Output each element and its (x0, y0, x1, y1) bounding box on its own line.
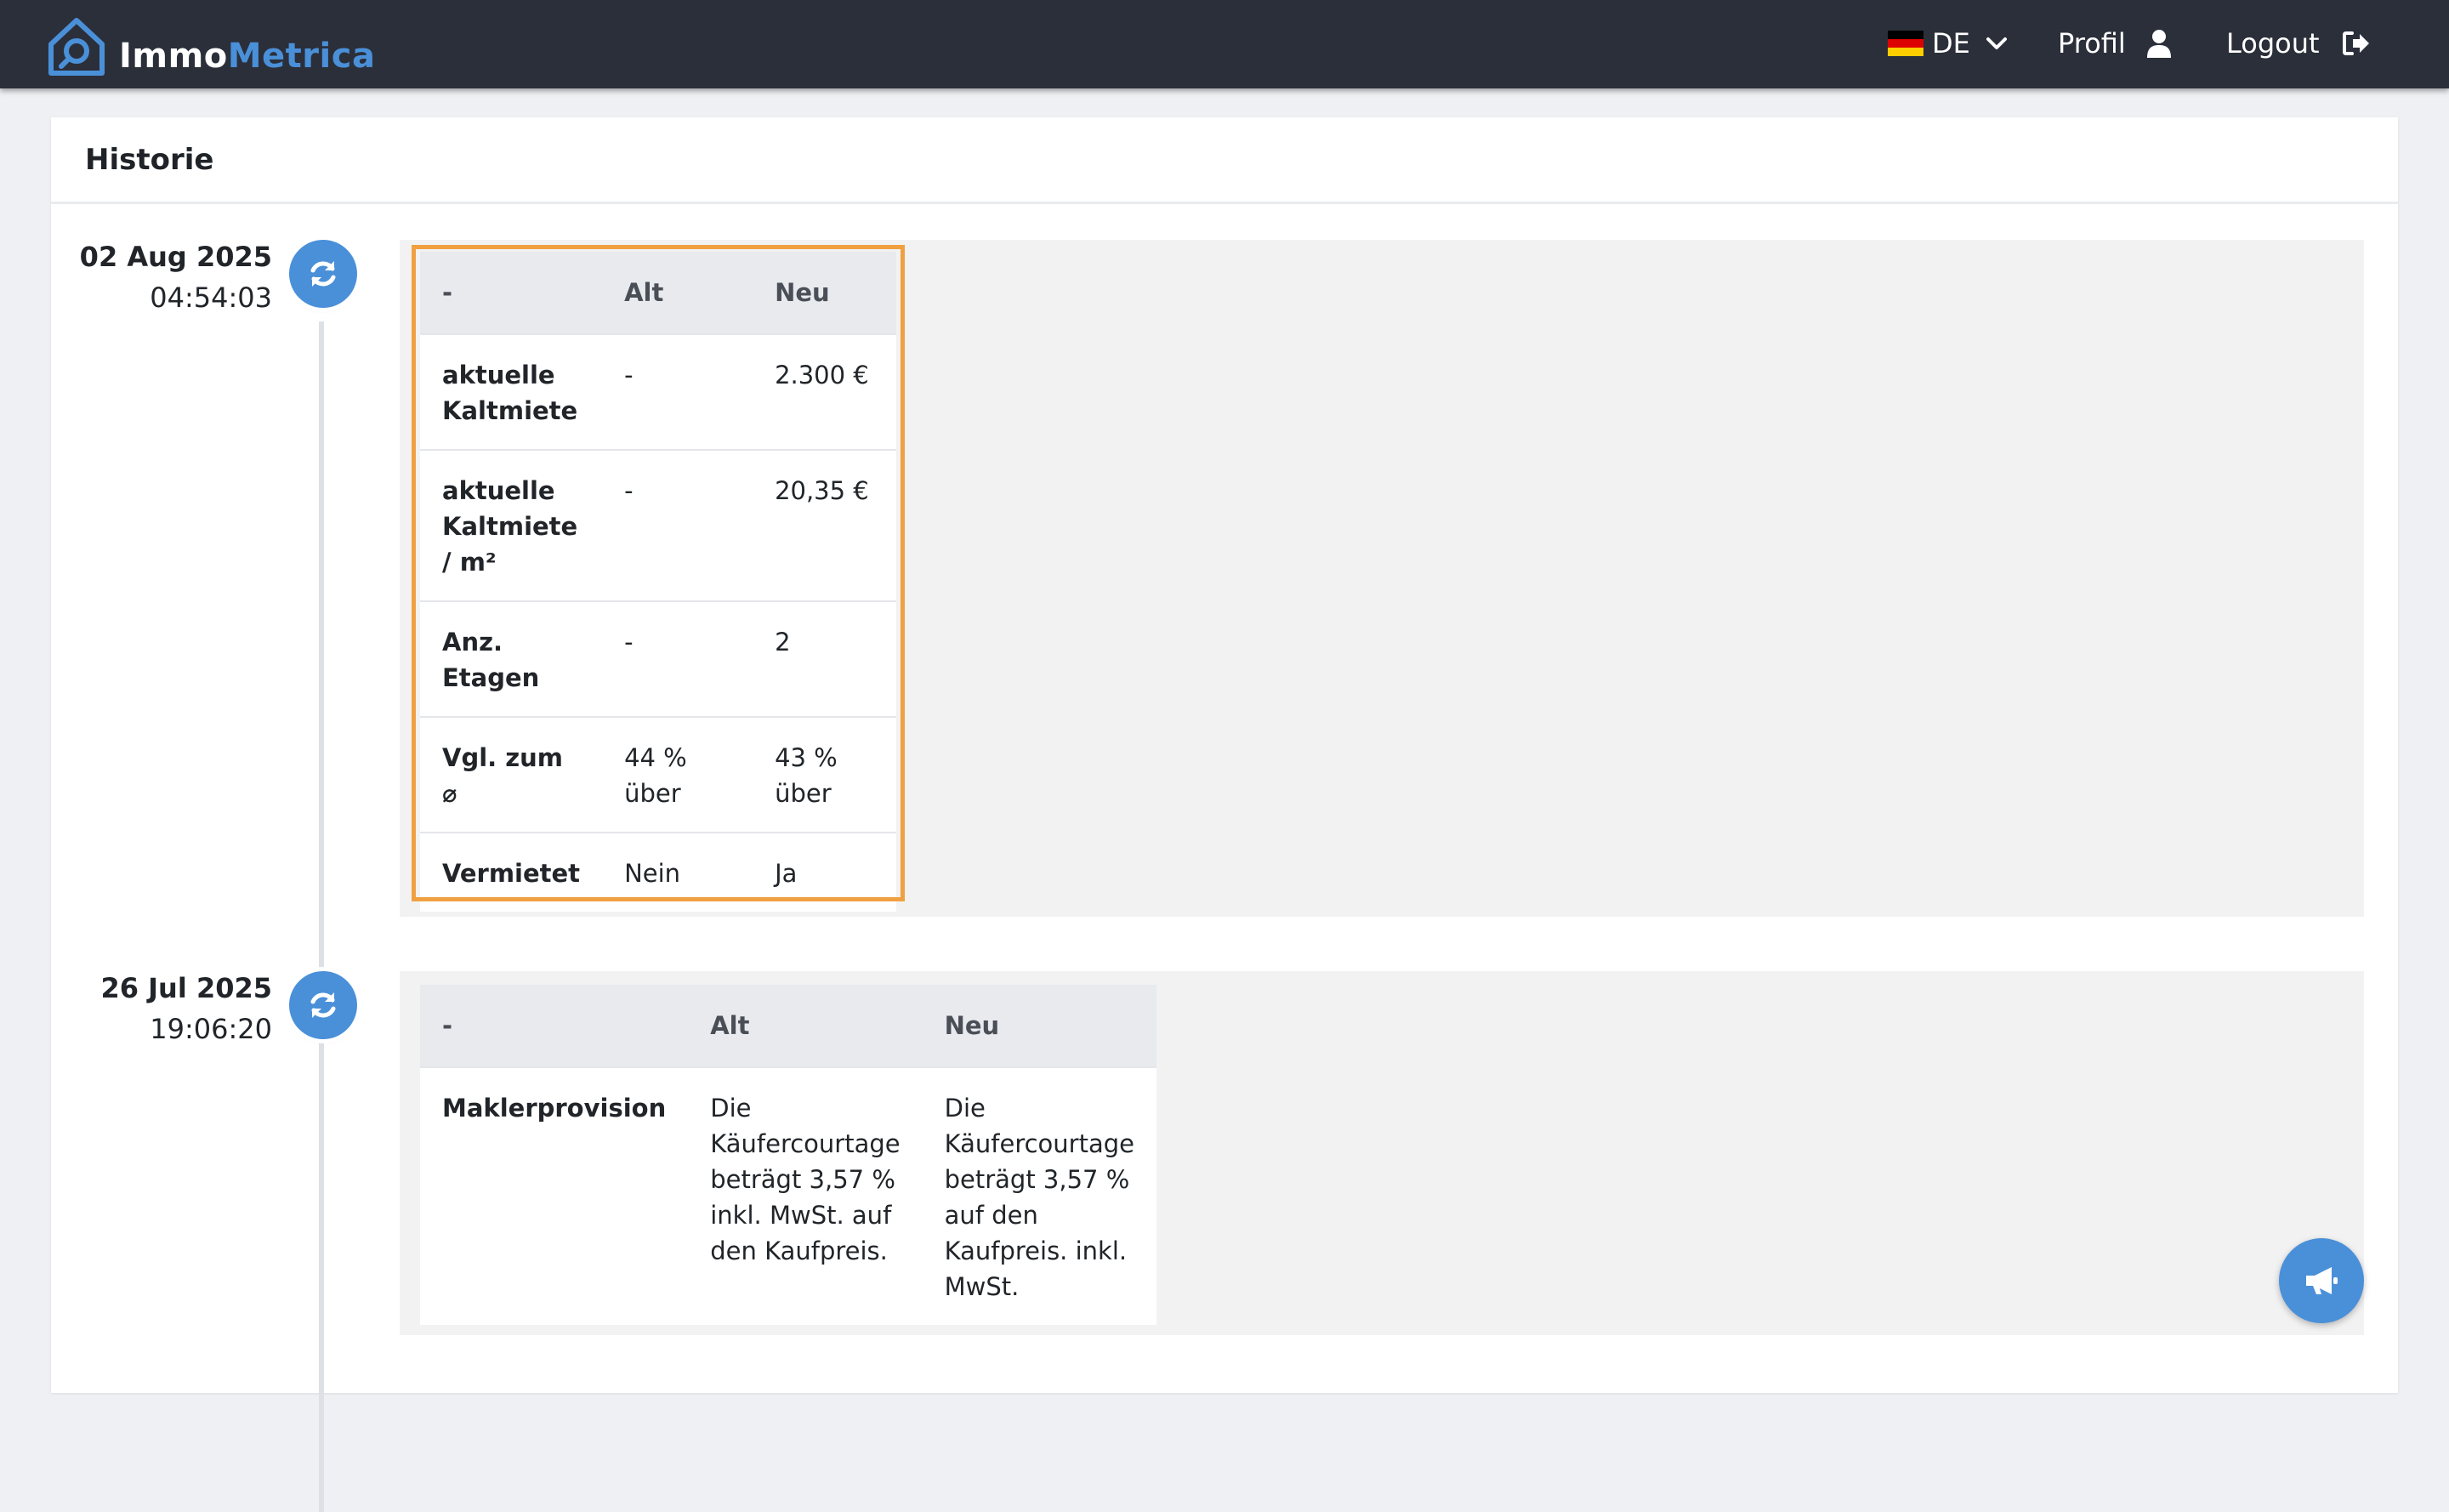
sync-icon[interactable] (289, 971, 357, 1039)
row-label: aktuelle Kaltmiete / m² (420, 449, 603, 601)
column-header-new: Neu (753, 252, 896, 334)
user-icon (2146, 30, 2171, 58)
table-row: Maklerprovision Die Käufercourtage beträ… (420, 1066, 1156, 1325)
table-row: Vermietet Nein Ja (420, 832, 896, 912)
page-title: Historie (51, 117, 2398, 204)
row-label: Maklerprovision (420, 1066, 689, 1325)
megaphone-icon (2306, 1267, 2338, 1294)
table-row: Anz. Etagen - 2 (420, 600, 896, 717)
entry-timestamp: 02 Aug 2025 04:54:03 (51, 236, 272, 318)
row-label: Vgl. zum ⌀ (420, 716, 603, 833)
sign-out-icon (2342, 31, 2369, 55)
history-card: Historie 02 Aug 2025 04:54:03 - Alt Neu … (51, 117, 2398, 1512)
entry-timestamp: 26 Jul 2025 19:06:20 (51, 968, 272, 1049)
entry-date: 02 Aug 2025 (79, 241, 272, 273)
language-selector[interactable]: DE (1888, 22, 2008, 65)
change-table: - Alt Neu aktuelle Kaltmiete - 2.300 € a… (420, 252, 896, 912)
announcement-button[interactable] (2279, 1238, 2364, 1323)
row-new-value: Ja (753, 832, 896, 912)
row-label: aktuelle Kaltmiete (420, 333, 603, 450)
row-old-value: - (602, 600, 753, 717)
language-label: DE (1932, 27, 1970, 60)
table-row: aktuelle Kaltmiete - 2.300 € (420, 333, 896, 450)
column-header-field: - (420, 985, 689, 1067)
table-row: Vgl. zum ⌀ 44 % über 43 % über (420, 716, 896, 833)
german-flag-icon (1888, 31, 1923, 56)
timeline-line (319, 321, 324, 1512)
profile-label: Profil (2058, 27, 2126, 60)
logout-label: Logout (2226, 27, 2320, 60)
row-old-value: 44 % über (602, 716, 753, 833)
chevron-down-icon (1986, 37, 2007, 49)
row-new-value: 2.300 € (753, 333, 896, 450)
brand-name-part1: Immo (119, 37, 228, 76)
row-old-value: Nein (602, 832, 753, 912)
profile-link[interactable]: Profil (2058, 22, 2172, 65)
column-header-old: Alt (688, 985, 923, 1067)
row-new-value: 43 % über (753, 716, 896, 833)
top-navbar: ImmoMetrica DE Profil Logout (0, 0, 2449, 88)
entry-date: 26 Jul 2025 (100, 972, 272, 1004)
column-header-field: - (420, 252, 603, 334)
brand-name-part2: Metrica (227, 37, 376, 76)
column-header-old: Alt (602, 252, 753, 334)
row-new-value: 20,35 € (753, 449, 896, 601)
entry-time: 04:54:03 (150, 281, 272, 314)
row-label: Vermietet (420, 832, 603, 912)
row-label: Anz. Etagen (420, 600, 603, 717)
table-row: aktuelle Kaltmiete / m² - 20,35 € (420, 449, 896, 601)
row-new-value: Die Käufercourtage beträgt 3,57 % auf de… (922, 1066, 1156, 1325)
brand-name: ImmoMetrica (119, 39, 375, 77)
sync-icon[interactable] (289, 240, 357, 308)
brand-logo[interactable]: ImmoMetrica (46, 15, 375, 77)
table-header-row: - Alt Neu (420, 985, 1156, 1067)
column-header-new: Neu (922, 985, 1156, 1067)
entry-time: 19:06:20 (150, 1013, 272, 1045)
row-new-value: 2 (753, 600, 896, 717)
logout-link[interactable]: Logout (2226, 22, 2371, 65)
change-table: - Alt Neu Maklerprovision Die Käufercour… (420, 985, 1156, 1325)
house-logo-icon (48, 18, 105, 76)
row-old-value: - (602, 449, 753, 601)
row-old-value: Die Käufercourtage beträgt 3,57 % inkl. … (688, 1066, 923, 1325)
row-old-value: - (602, 333, 753, 450)
table-header-row: - Alt Neu (420, 252, 896, 334)
